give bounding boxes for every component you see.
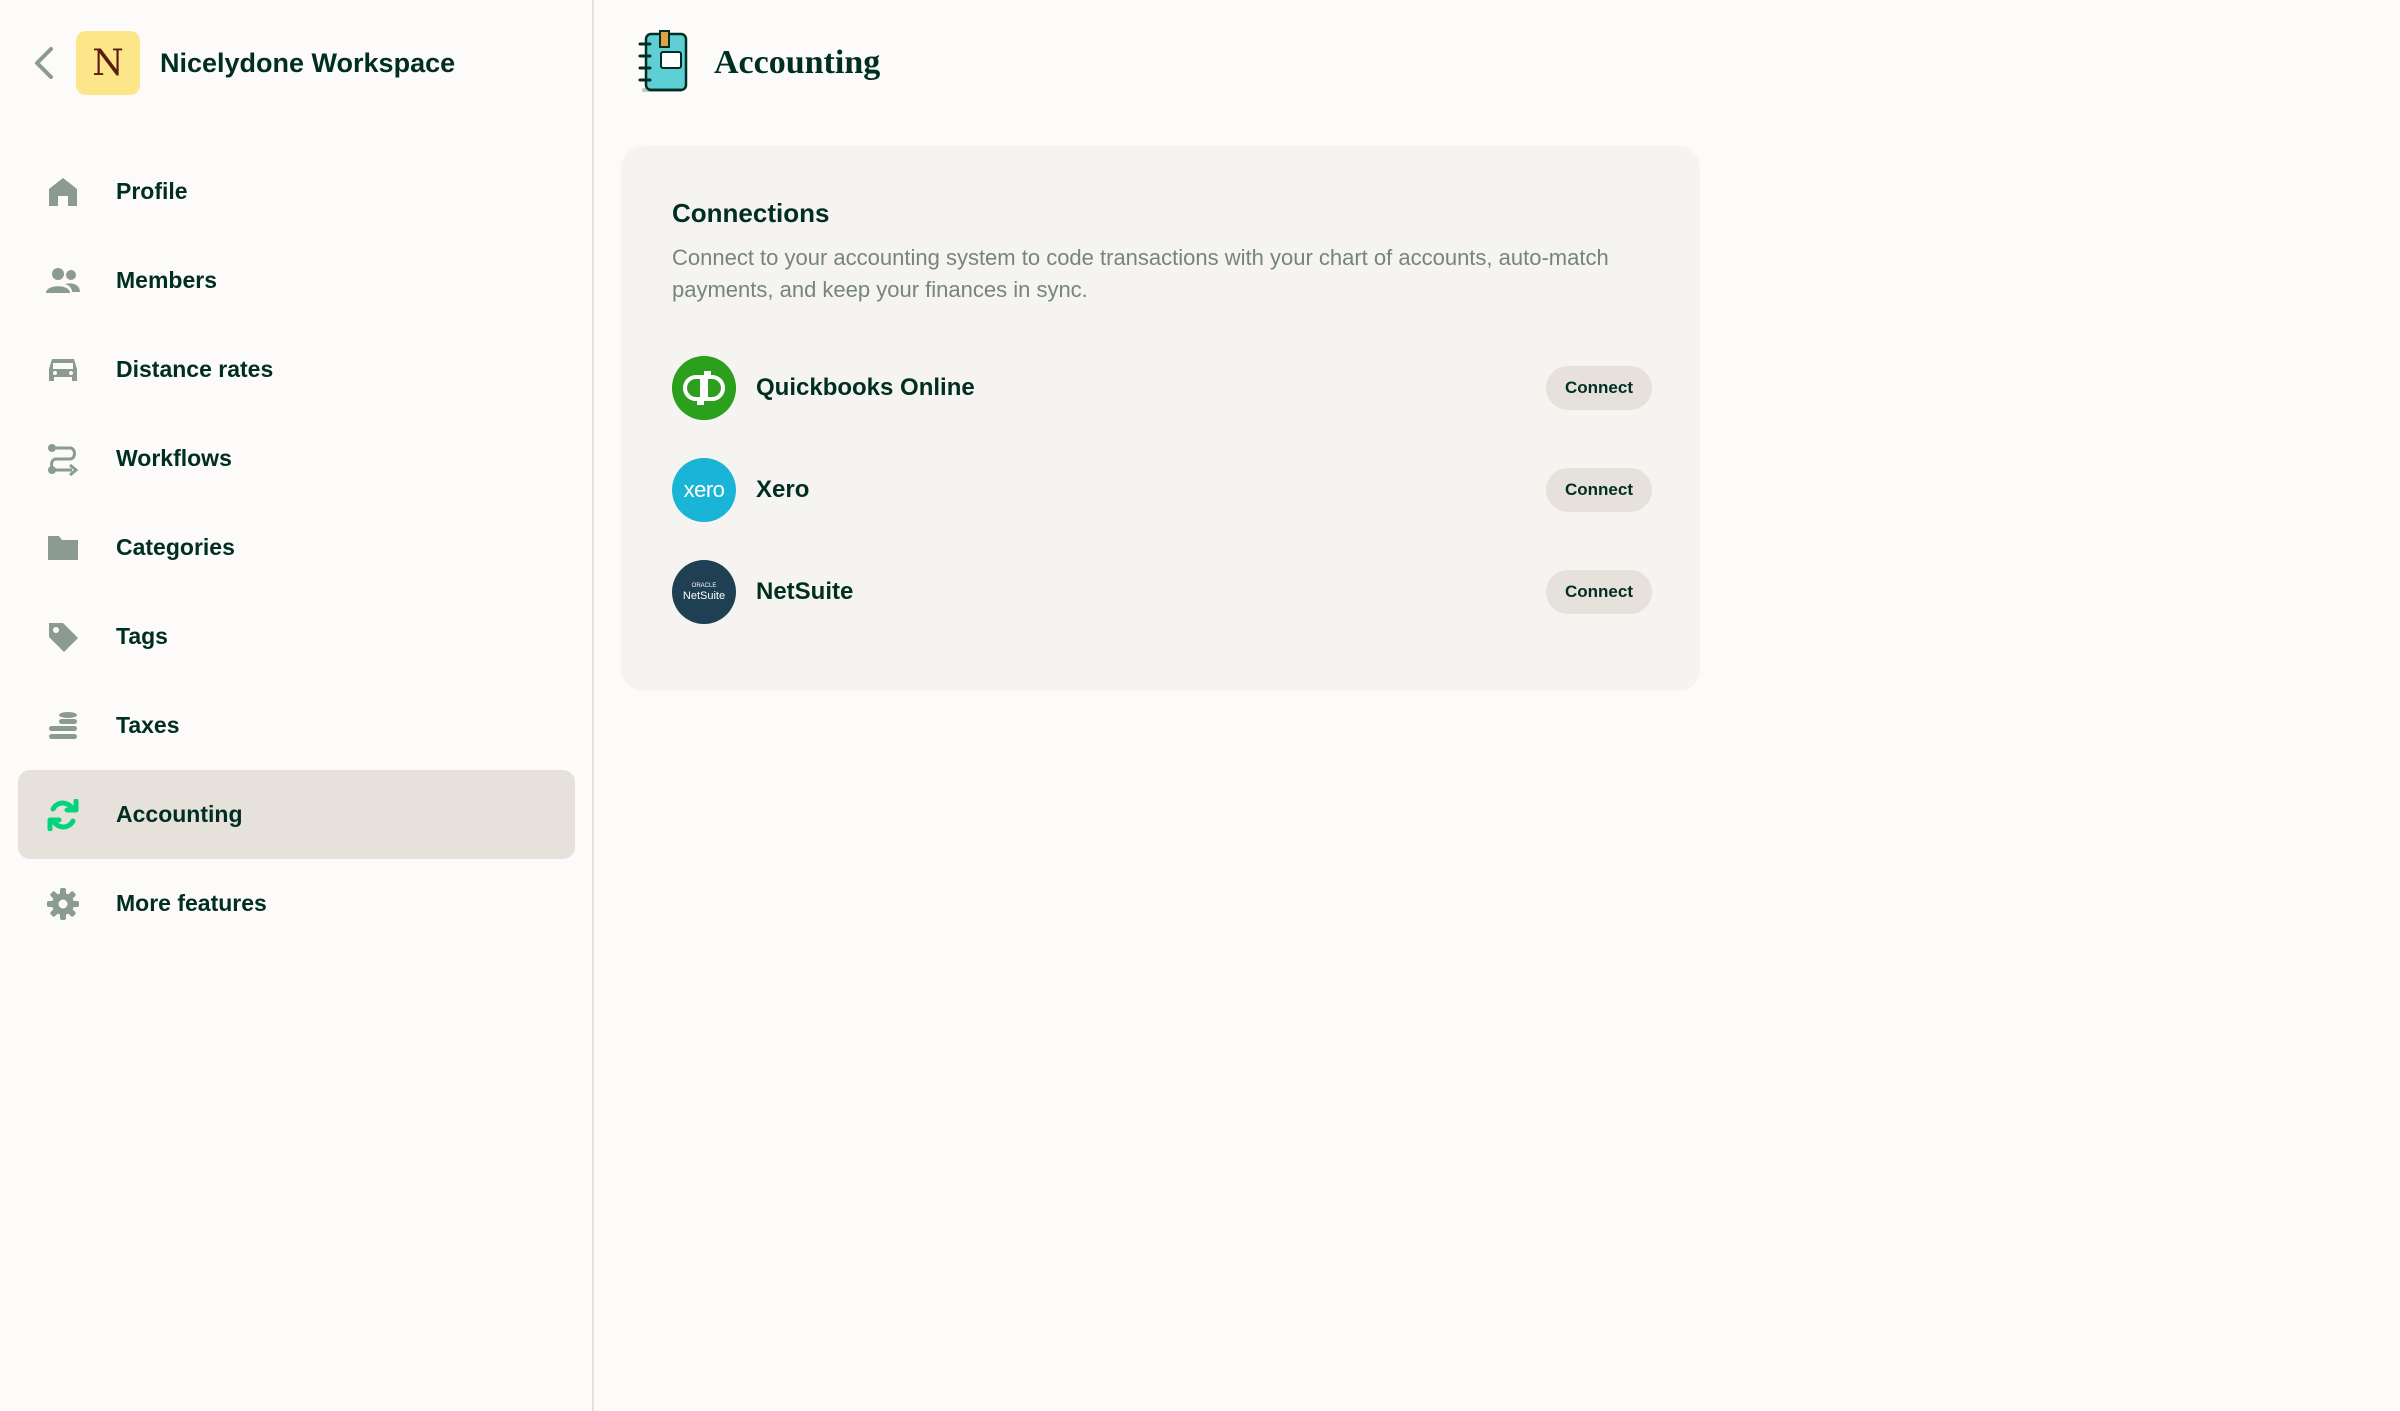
xero-logo: xero <box>672 458 736 522</box>
sidebar-item-label: Profile <box>116 178 188 204</box>
connections-title: Connections <box>672 198 830 228</box>
sidebar-item-more-features[interactable]: More features <box>18 859 575 948</box>
home-icon <box>43 172 83 212</box>
connect-xero-button[interactable]: Connect <box>1546 468 1652 512</box>
coins-icon <box>43 706 83 746</box>
quickbooks-logo <box>672 356 736 420</box>
workspace-header: N Nicelydone Workspace <box>28 30 455 96</box>
workspace-name: Nicelydone Workspace <box>160 47 456 78</box>
gear-icon <box>43 884 83 924</box>
connection-name: Quickbooks Online <box>756 374 975 401</box>
accounting-notebook-icon <box>636 28 692 99</box>
users-icon <box>43 261 83 301</box>
connections-description: Connect to your accounting system to cod… <box>672 245 1609 302</box>
connection-row-xero: xero Xero Connect <box>672 457 1652 523</box>
xero-logo-text: xero <box>683 477 725 502</box>
sidebar: N Nicelydone Workspace Profile Members D… <box>0 0 594 1411</box>
sidebar-item-taxes[interactable]: Taxes <box>18 681 575 770</box>
connections-card: Connections Connect to your accounting s… <box>621 146 1700 691</box>
sidebar-item-distance-rates[interactable]: Distance rates <box>18 325 575 414</box>
sidebar-item-profile[interactable]: Profile <box>18 147 575 236</box>
sidebar-item-members[interactable]: Members <box>18 236 575 325</box>
sidebar-item-label: Taxes <box>116 712 180 738</box>
sync-icon <box>43 795 83 835</box>
sidebar-item-label: Categories <box>116 534 235 560</box>
connect-netsuite-button[interactable]: Connect <box>1546 570 1652 614</box>
connection-row-quickbooks: Quickbooks Online Connect <box>672 355 1652 421</box>
netsuite-logo-text: NetSuite <box>682 589 726 602</box>
sidebar-item-workflows[interactable]: Workflows <box>18 414 575 503</box>
tag-icon <box>43 617 83 657</box>
sidebar-item-label: More features <box>116 890 267 916</box>
connect-quickbooks-button[interactable]: Connect <box>1546 366 1652 410</box>
sidebar-item-label: Distance rates <box>116 356 274 382</box>
chevron-left-icon <box>35 47 53 79</box>
netsuite-logo-oracle: ORACLE <box>691 582 717 589</box>
car-icon <box>43 350 83 390</box>
sidebar-item-categories[interactable]: Categories <box>18 503 575 592</box>
connection-name: Xero <box>756 476 810 503</box>
sidebar-item-label: Members <box>116 267 217 293</box>
workspace-avatar[interactable]: N <box>76 31 140 95</box>
sidebar-item-label: Workflows <box>116 445 232 471</box>
sidebar-nav: Profile Members Distance rates Workflows… <box>18 147 575 948</box>
sidebar-item-tags[interactable]: Tags <box>18 592 575 681</box>
page-title: Accounting <box>714 44 881 81</box>
page-header: Accounting <box>636 28 880 98</box>
folder-icon <box>43 528 83 568</box>
workflow-icon <box>43 439 83 479</box>
sidebar-item-label: Tags <box>116 623 168 649</box>
netsuite-logo: ORACLE NetSuite <box>672 560 736 624</box>
connection-row-netsuite: ORACLE NetSuite NetSuite Connect <box>672 559 1652 625</box>
workspace-initial: N <box>92 42 124 84</box>
connection-name: NetSuite <box>756 578 854 605</box>
back-button[interactable] <box>28 30 60 96</box>
sidebar-item-accounting[interactable]: Accounting <box>18 770 575 859</box>
sidebar-item-label: Accounting <box>116 801 243 827</box>
